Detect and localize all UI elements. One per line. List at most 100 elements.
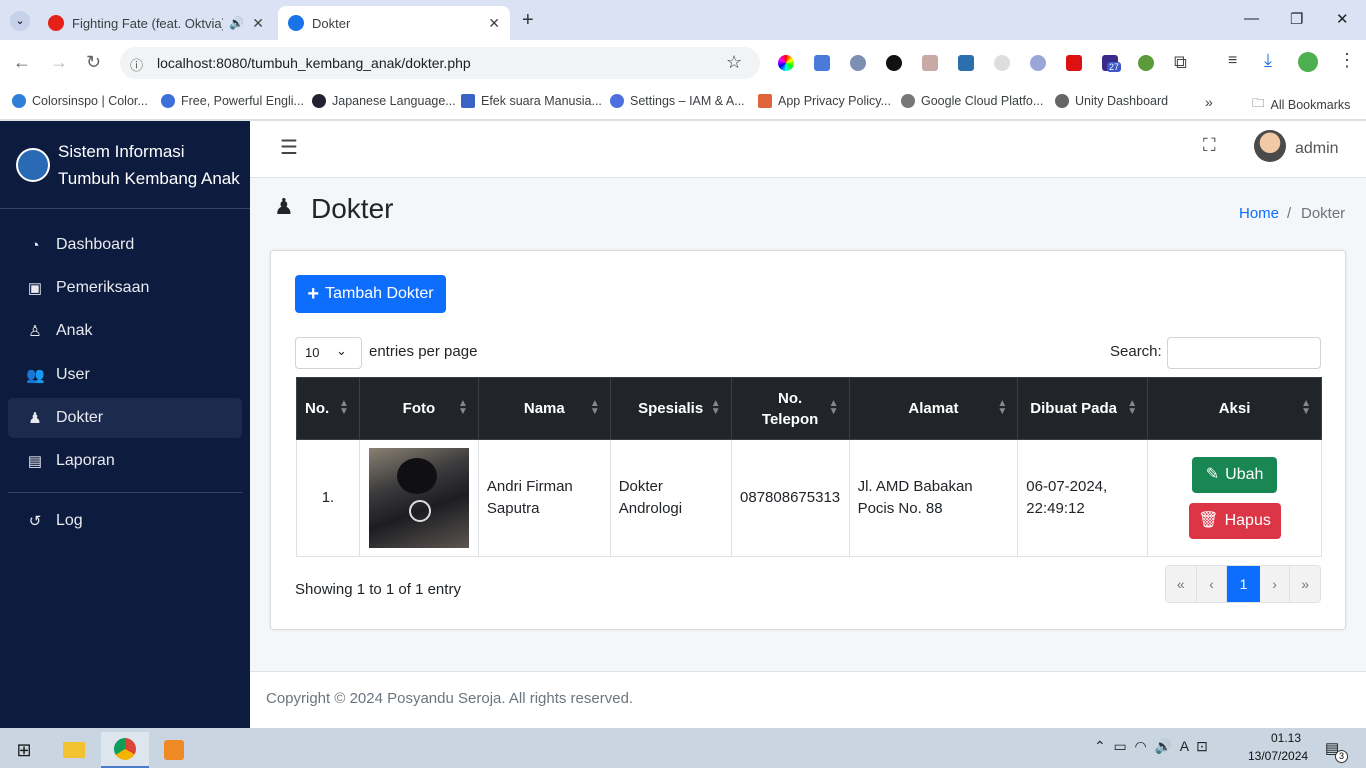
sidebar-item-log[interactable]: ↺ Log: [8, 501, 242, 541]
sidebar-item-dokter[interactable]: ♟ Dokter: [8, 398, 242, 438]
bookmark-item[interactable]: Colorsinspo | Color...: [12, 94, 148, 108]
breadcrumb-home[interactable]: Home: [1239, 205, 1279, 222]
gauge-icon: ◔: [30, 236, 40, 254]
chevron-down-icon: ⌄: [336, 343, 347, 358]
extension-icon[interactable]: [886, 55, 902, 71]
profile-avatar[interactable]: [1298, 52, 1318, 72]
delete-button[interactable]: 🗑 Hapus: [1188, 503, 1281, 539]
clock-date[interactable]: 13/07/2024: [1248, 749, 1308, 763]
extension-icon[interactable]: [958, 55, 974, 71]
back-icon[interactable]: ←: [13, 52, 31, 73]
table-info: Showing 1 to 1 of 1 entry: [295, 581, 461, 598]
table-row: 1. Andri Firman Saputra Dokter Andrologi…: [296, 439, 1322, 557]
close-tab-icon[interactable]: ✕: [488, 15, 500, 32]
bookmark-item[interactable]: Efek suara Manusia...: [461, 94, 602, 108]
notification-badge: 3: [1335, 750, 1348, 763]
brand-logo-icon: [16, 147, 50, 182]
brand-title-line2: Tumbuh Kembang Anak: [58, 168, 240, 188]
address-bar[interactable]: ⓘ localhost:8080/tumbuh_kembang_anak/dok…: [120, 47, 760, 79]
cell-telepon: 087808675313: [730, 439, 850, 557]
sidebar-item-user[interactable]: 👥 User: [8, 355, 242, 395]
new-tab-icon[interactable]: +: [522, 9, 534, 32]
sublime-text-icon[interactable]: [150, 732, 198, 768]
sort-icon: ▲ ▼: [1301, 398, 1311, 417]
tab-music[interactable]: Fighting Fate (feat. Oktvia) 🔊 ✕: [38, 6, 274, 40]
table-header-row: No. ▲ ▼ Foto ▲ ▼ Nama ▲ ▼ Spesialis ▲ ▼ No. Tele…: [296, 377, 1322, 440]
system-tray-icons[interactable]: ⌃ ▭ ◠ 🔊 A ⊡: [1094, 738, 1208, 755]
translate-extension-icon[interactable]: [814, 55, 830, 71]
fullscreen-icon[interactable]: ⛶: [1203, 135, 1216, 156]
extension-icon[interactable]: [1066, 55, 1082, 71]
sidebar-item-laporan[interactable]: ▤ Laporan: [8, 441, 242, 481]
column-header-alamat[interactable]: Alamat ▲ ▼: [848, 377, 1019, 440]
speaker-icon[interactable]: 🔊: [229, 16, 244, 30]
all-bookmarks-folder[interactable]: 🗀 All Bookmarks: [1252, 94, 1350, 115]
clock-time[interactable]: 01.13: [1262, 731, 1310, 745]
column-header-aksi[interactable]: Aksi ▲ ▼: [1147, 377, 1322, 440]
bookmark-item[interactable]: App Privacy Policy...: [758, 94, 891, 108]
main-content: ☰ ⛶ admin ♟ Dokter Home / Dokter + Tambah…: [250, 121, 1366, 728]
bookmark-item[interactable]: Settings – IAM & A...: [610, 94, 745, 108]
top-navbar: ☰ ⛶ admin: [250, 121, 1366, 178]
close-tab-icon[interactable]: ✕: [252, 15, 264, 32]
puzzle-icon[interactable]: ⧉: [1174, 52, 1187, 73]
bookmark-item[interactable]: Free, Powerful Engli...: [161, 94, 304, 108]
file-explorer-icon[interactable]: [50, 732, 98, 768]
extension-icon[interactable]: [1138, 55, 1154, 71]
bookmark-item[interactable]: Unity Dashboard: [1055, 94, 1168, 108]
chrome-taskbar-icon[interactable]: [101, 732, 149, 768]
entries-select[interactable]: 10 ⌄: [295, 337, 362, 369]
doctor-photo[interactable]: [368, 448, 469, 548]
site-info-icon[interactable]: ⓘ: [130, 55, 143, 74]
bookmark-star-icon[interactable]: ☆: [726, 52, 742, 73]
page-next[interactable]: ›: [1259, 566, 1291, 602]
sidebar-item-pemeriksaan[interactable]: ▣ Pemeriksaan: [8, 268, 242, 308]
gear-extension-icon[interactable]: [1030, 55, 1046, 71]
windows-start-icon[interactable]: ⊞: [0, 732, 48, 768]
edit-button[interactable]: ✎ Ubah: [1192, 457, 1278, 493]
media-control-icon[interactable]: ≡: [1228, 52, 1237, 70]
extension-icon[interactable]: [922, 55, 938, 71]
column-header-spesialis[interactable]: Spesialis ▲ ▼: [609, 377, 732, 440]
restore-icon[interactable]: ❐: [1290, 10, 1303, 28]
page-prev[interactable]: ‹: [1196, 566, 1228, 602]
column-header-nama[interactable]: Nama ▲ ▼: [477, 377, 611, 440]
sidebar-item-dashboard[interactable]: ◔ Dashboard: [8, 225, 242, 265]
forward-icon[interactable]: →: [50, 52, 68, 73]
cell-alamat: Jl. AMD Babakan Pocis No. 88: [848, 439, 1019, 557]
tab-title: Fighting Fate (feat. Oktvia): [72, 15, 224, 31]
hamburger-icon[interactable]: ☰: [280, 135, 298, 160]
page-last[interactable]: »: [1290, 566, 1320, 602]
minimize-icon[interactable]: —: [1244, 10, 1259, 27]
page-title-icon: ♟: [274, 194, 294, 219]
tab-list-button[interactable]: ⌄: [10, 11, 30, 31]
search-input[interactable]: [1167, 337, 1321, 369]
sidebar-item-anak[interactable]: ♙ Anak: [8, 311, 242, 351]
brand[interactable]: Sistem Informasi Tumbuh Kembang Anak: [0, 121, 250, 209]
bookmark-item[interactable]: Japanese Language...: [312, 94, 456, 108]
column-header-foto[interactable]: Foto ▲ ▼: [358, 377, 479, 440]
color-extension-icon[interactable]: [778, 55, 794, 71]
column-header-no[interactable]: No. ▲ ▼: [296, 377, 360, 440]
tab-dokter[interactable]: Dokter ✕: [278, 6, 510, 40]
bookmark-item[interactable]: Google Cloud Platfo...: [901, 94, 1043, 108]
column-header-dibuat[interactable]: Dibuat Pada ▲ ▼: [1017, 377, 1149, 440]
reload-icon[interactable]: ↻: [86, 52, 101, 73]
doctor-icon: ♟: [28, 410, 42, 427]
column-header-telepon[interactable]: No. Telepon ▲ ▼: [730, 377, 850, 440]
avatar[interactable]: [1254, 130, 1286, 162]
download-icon[interactable]: ⤓: [1264, 50, 1272, 71]
sort-icon: ▲ ▼: [828, 398, 839, 417]
page-1[interactable]: 1: [1227, 566, 1260, 602]
sort-icon: ▲ ▼: [710, 398, 721, 417]
user-name[interactable]: admin: [1295, 140, 1339, 158]
menu-icon[interactable]: ⋮: [1338, 50, 1356, 71]
extension-icon[interactable]: [850, 55, 866, 71]
extension-icon[interactable]: [994, 55, 1010, 71]
page-first[interactable]: «: [1166, 566, 1197, 602]
more-bookmarks-icon[interactable]: »: [1205, 94, 1213, 110]
sidebar: Sistem Informasi Tumbuh Kembang Anak ◔ Da…: [0, 121, 250, 728]
sort-icon: ▲ ▼: [1127, 398, 1138, 417]
add-doctor-button[interactable]: + Tambah Dokter: [295, 275, 446, 313]
close-window-icon[interactable]: ✕: [1336, 10, 1349, 28]
